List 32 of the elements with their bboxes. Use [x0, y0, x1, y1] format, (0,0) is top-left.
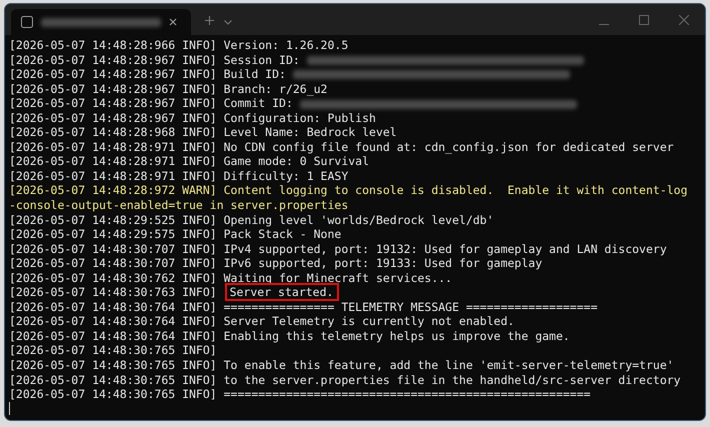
- maximize-icon[interactable]: [639, 15, 649, 25]
- log-line: [2026-05-07 14:48:30:707 INFO] IPv6 supported, port: 19133: Used for gameplay: [9, 256, 542, 270]
- new-tab-icon[interactable]: [205, 16, 214, 25]
- log-line: [2026-05-07 14:48:28:968 INFO] Level Name: Bedrock level: [9, 125, 397, 140]
- log-line: [2026-05-07 14:48:28:967 INFO] Build ID:: [9, 67, 286, 82]
- log-line: [2026-05-07 14:48:28:972 WARN] Content logging to console is disabled. Enable it with content-log-console-output-enabled=true in server.properties: [9, 183, 688, 212]
- dropdown-caret-icon[interactable]: [224, 20, 232, 25]
- log-line: [2026-05-07 14:48:30:765 INFO] =====================================================: [9, 387, 591, 402]
- log-line: [2026-05-07 14:48:29:575 INFO] Pack Stack - None: [9, 227, 342, 242]
- terminal-icon: [21, 16, 33, 28]
- log-line: [2026-05-07 14:48:30:765 INFO] to the server.properties file in the handheld/src-server directory: [9, 372, 681, 387]
- log-line: [2026-05-07 14:48:28:967 INFO] Branch: r/26_u2: [9, 82, 328, 96]
- log-line: [2026-05-07 14:48:30:764 INFO] ================ TELEMETRY MESSAGE ===================: [9, 300, 598, 314]
- close-icon[interactable]: [169, 18, 177, 26]
- log-line: [2026-05-07 14:48:30:764 INFO] Enabling this telemetry helps us improve the game.: [9, 328, 570, 343]
- log-line: [2026-05-07 14:48:30:765 INFO] To enable this feature, add the line 'emit-server-telemetry=true': [9, 358, 674, 372]
- close-icon[interactable]: [679, 15, 689, 25]
- log-line: [2026-05-07 14:48:28:966 INFO] Version: 1.26.20.5: [9, 38, 348, 52]
- log-line: [2026-05-07 14:48:30:765 INFO]: [9, 343, 217, 358]
- log-line: [2026-05-07 14:48:28:967 INFO] Commit ID:: [9, 96, 293, 110]
- log-line: [2026-05-07 14:48:28:967 INFO] Session ID:: [9, 52, 300, 67]
- log-line: [2026-05-07 14:48:28:967 INFO] Configuration: Publish: [9, 110, 376, 125]
- log-line: [2026-05-07 14:48:28:971 INFO] Difficulty: 1 EASY: [9, 168, 348, 183]
- log-line: [2026-05-07 14:48:29:525 INFO] Opening level 'worlds/Bedrock level/db': [9, 212, 494, 227]
- log-line: [2026-05-07 14:48:30:764 INFO] Server Telemetry is currently not enabled.: [9, 314, 514, 328]
- log-line: [2026-05-07 14:48:28:971 INFO] Game mode: 0 Survival: [9, 154, 370, 168]
- text-cursor: [9, 402, 10, 415]
- log-line: [2026-05-07 14:48:28:971 INFO] No CDN config file found at: cdn_config.json for dedicated server: [9, 140, 674, 154]
- highlighted-log-message: Server started.: [226, 285, 338, 300]
- log-line: [2026-05-07 14:48:30:707 INFO] IPv4 supported, port: 19132: Used for gameplay and LAN discovery: [9, 242, 667, 256]
- log-line: [2026-05-07 14:48:30:762 INFO] Waiting for Minecraft services...: [9, 270, 452, 285]
- log-prefix: [2026-05-07 14:48:30:763 INFO]: [9, 285, 217, 300]
